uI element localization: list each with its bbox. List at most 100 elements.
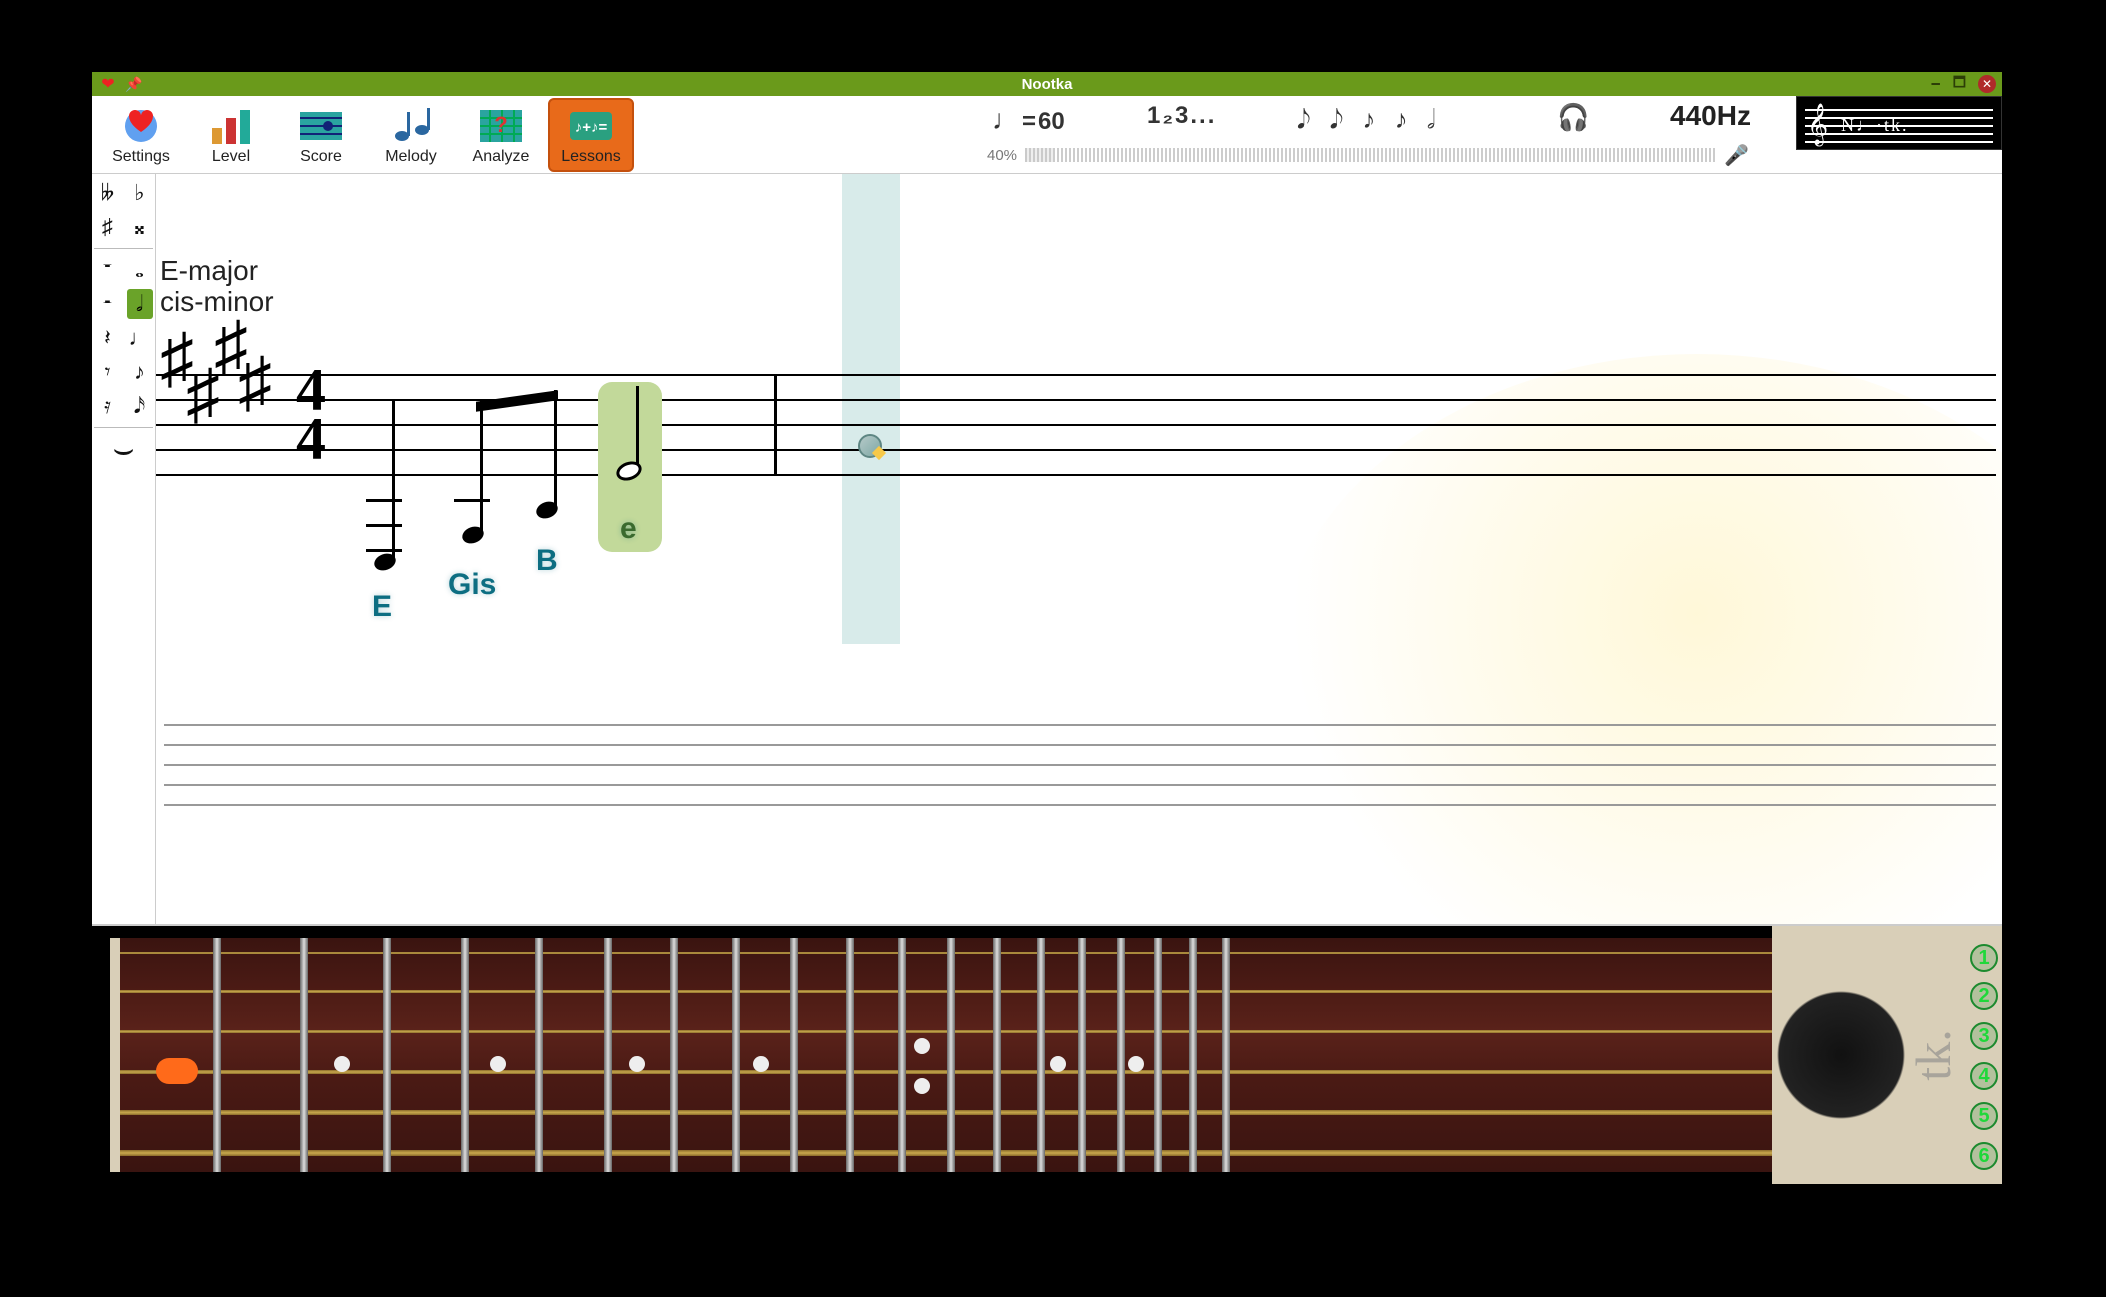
fret-4	[461, 938, 469, 1172]
string-number-5[interactable]: 5	[1970, 1102, 1998, 1130]
level-label: Level	[212, 148, 250, 166]
fretboard[interactable]: tk. 1 2 3 4 5 6	[92, 924, 2002, 1184]
melody-button[interactable]: Melody	[368, 98, 454, 172]
fret-13	[993, 938, 1001, 1172]
fret-17	[1154, 938, 1162, 1172]
tie-button[interactable]: ⌣	[98, 434, 150, 464]
level-button[interactable]: Level	[188, 98, 274, 172]
tempo-indicator[interactable]: ♩ = 60	[992, 104, 1065, 136]
lessons-button[interactable]: ♪+♪= Lessons	[548, 98, 634, 172]
string-5[interactable]	[120, 1110, 2002, 1115]
fret-3	[383, 938, 391, 1172]
main-staff	[156, 374, 1996, 474]
minimize-button[interactable]: 🗕	[1931, 72, 1941, 96]
whole-rest-button[interactable]: 𝄻	[95, 255, 121, 285]
time-sig-bottom: 4	[296, 415, 326, 464]
settings-button[interactable]: Settings	[98, 98, 184, 172]
string-1[interactable]	[120, 952, 2002, 954]
fret-dot-15	[1050, 1056, 1066, 1072]
quarter-rest-button[interactable]: 𝄽	[95, 323, 121, 353]
note-B[interactable]	[536, 502, 558, 518]
analyze-button[interactable]: ? Analyze	[458, 98, 544, 172]
fret-15	[1078, 938, 1086, 1172]
string-2[interactable]	[120, 990, 2002, 993]
window-title: Nootka	[1022, 76, 1073, 93]
flat-button[interactable]: ♭	[127, 178, 153, 208]
mic-icon[interactable]: 🎤	[1724, 143, 1749, 168]
note-Gis[interactable]	[462, 527, 484, 543]
note-E[interactable]	[374, 554, 396, 570]
maximize-button[interactable]: 🗖	[1953, 72, 1966, 96]
fret-dot-12	[914, 1078, 930, 1094]
app-heart-icon: ❤	[100, 76, 116, 92]
eighth-note-button[interactable]: ♪	[127, 357, 153, 387]
score-icon	[296, 104, 346, 148]
sixteenth-rest-button[interactable]: 𝄿	[95, 391, 121, 421]
string-number-3[interactable]: 3	[1970, 1022, 1998, 1050]
time-signature: 4 4	[296, 366, 326, 464]
lessons-label: Lessons	[561, 148, 621, 166]
svg-text:♪+♪=: ♪+♪=	[575, 119, 608, 136]
mini-clef-icon: 𝄞	[1807, 103, 1828, 146]
double-sharp-button[interactable]: 𝄪	[127, 212, 153, 242]
fret-dot-5	[490, 1056, 506, 1072]
score-area[interactable]: E-major cis-minor ♯ ♯ ♯ ♯ 4	[156, 174, 2002, 924]
string-number-1[interactable]: 1	[1970, 944, 1998, 972]
beat-counter[interactable]: 1₂3...	[1147, 102, 1216, 130]
string-6[interactable]	[120, 1150, 2002, 1156]
toolbar: Settings Level Score Melody	[92, 96, 2002, 174]
content-area: 𝄫 ♭ ♯ 𝄪 𝄻 𝅝 𝄼 𝅗𝅥 𝄽 ♩ 𝄾 ♪	[92, 174, 2002, 924]
level-bars-icon	[206, 104, 256, 148]
fret-dot-12	[914, 1038, 930, 1054]
secondary-staff	[164, 724, 1996, 804]
titlebar: ❤ 📌 Nootka 🗕 🗖 ✕	[92, 72, 2002, 96]
string-3[interactable]	[120, 1030, 2002, 1033]
note-e[interactable]	[616, 462, 642, 480]
sharp-button[interactable]: ♯	[95, 212, 121, 242]
rhythm-pattern-icon[interactable]: 𝅘𝅥𝅮 𝅘𝅥𝅮 ♪ ♪ 𝅗𝅥	[1297, 104, 1441, 136]
half-note-button[interactable]: 𝅗𝅥	[127, 289, 153, 319]
note-name-e: e	[620, 512, 637, 546]
volume-track[interactable]	[1025, 148, 1716, 162]
headphone-icon[interactable]: 🎧	[1557, 102, 1589, 133]
close-button[interactable]: ✕	[1978, 75, 1996, 93]
fret-9	[790, 938, 798, 1172]
fret-11	[898, 938, 906, 1172]
double-flat-button[interactable]: 𝄫	[95, 178, 121, 208]
fret-12	[947, 938, 955, 1172]
melody-notes-icon	[386, 104, 436, 148]
key-major-label: E-major	[160, 256, 274, 287]
half-rest-button[interactable]: 𝄼	[95, 289, 121, 319]
quarter-note-button[interactable]: ♩	[127, 323, 153, 353]
tuning-frequency[interactable]: 440Hz	[1670, 100, 1751, 132]
finger-marker[interactable]	[156, 1058, 198, 1084]
app-window: ❤ 📌 Nootka 🗕 🗖 ✕ Settings Level	[92, 72, 2002, 1184]
whole-note-button[interactable]: 𝅝	[127, 255, 153, 285]
eighth-rest-button[interactable]: 𝄾	[95, 357, 121, 387]
svg-text:?: ?	[494, 112, 507, 137]
fret-10	[846, 938, 854, 1172]
fret-18	[1189, 938, 1197, 1172]
mini-score-preview[interactable]: 𝄞 N♩·tk.	[1796, 96, 2002, 150]
fret-6	[604, 938, 612, 1172]
lessons-icon: ♪+♪=	[566, 104, 616, 148]
score-button[interactable]: Score	[278, 98, 364, 172]
settings-label: Settings	[112, 148, 170, 166]
analyze-icon: ?	[476, 104, 526, 148]
mini-score-text: N♩·tk.	[1841, 115, 1909, 136]
string-number-4[interactable]: 4	[1970, 1062, 1998, 1090]
barline	[774, 374, 777, 476]
score-label: Score	[300, 148, 342, 166]
guitar-sound-hole: tk.	[1772, 926, 2002, 1184]
fret-19	[1222, 938, 1230, 1172]
note-name-Gis: Gis	[448, 568, 496, 602]
note-palette: 𝄫 ♭ ♯ 𝄪 𝄻 𝅝 𝄼 𝅗𝅥 𝄽 ♩ 𝄾 ♪	[92, 174, 156, 924]
sixteenth-note-button[interactable]: 𝅘𝅥𝅯	[127, 391, 153, 421]
pin-icon[interactable]: 📌	[126, 76, 142, 92]
string-number-2[interactable]: 2	[1970, 982, 1998, 1010]
add-note-cursor-icon[interactable]	[858, 434, 882, 458]
fret-dot-3	[334, 1056, 350, 1072]
note-name-E: E	[372, 590, 392, 624]
volume-percent: 40%	[987, 147, 1017, 164]
string-number-6[interactable]: 6	[1970, 1142, 1998, 1170]
